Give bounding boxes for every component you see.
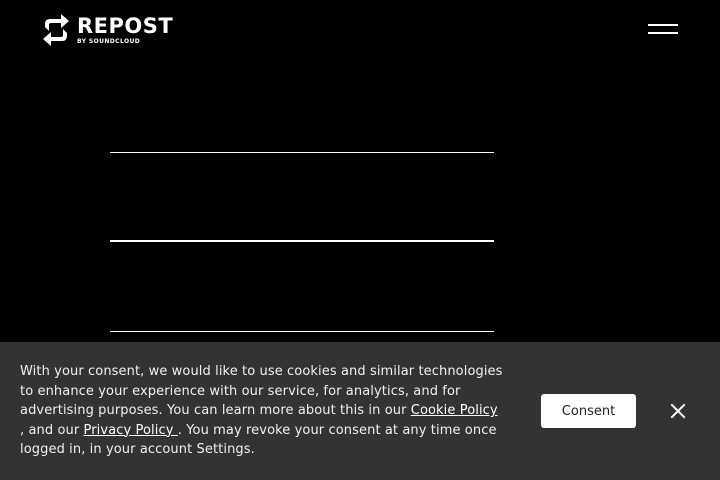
logo-subtitle: BY SOUNDCLOUD (77, 37, 141, 45)
site-header: REPOST BY SOUNDCLOUD (0, 0, 720, 64)
form-field-underline[interactable] (110, 240, 494, 242)
menu-bar (648, 24, 678, 26)
close-icon[interactable] (667, 400, 689, 422)
repost-icon (41, 10, 71, 50)
menu-bar (648, 32, 678, 34)
privacy-policy-link[interactable]: Privacy Policy (84, 423, 178, 438)
form-field-underline[interactable] (110, 331, 494, 332)
hamburger-menu-icon[interactable] (646, 22, 680, 42)
cookie-policy-link[interactable]: Cookie Policy (411, 403, 498, 418)
cookie-text-part: , and our (20, 422, 84, 438)
form-field-underline[interactable] (110, 152, 494, 153)
consent-button[interactable]: Consent (541, 394, 636, 428)
logo-wordmark: REPOST (77, 13, 174, 38)
cookie-consent-banner: With your consent, we would like to use … (0, 342, 720, 480)
repost-logo[interactable]: REPOST BY SOUNDCLOUD (41, 10, 173, 50)
cookie-consent-text: With your consent, we would like to use … (20, 362, 505, 460)
logo-text: REPOST BY SOUNDCLOUD (77, 13, 174, 45)
